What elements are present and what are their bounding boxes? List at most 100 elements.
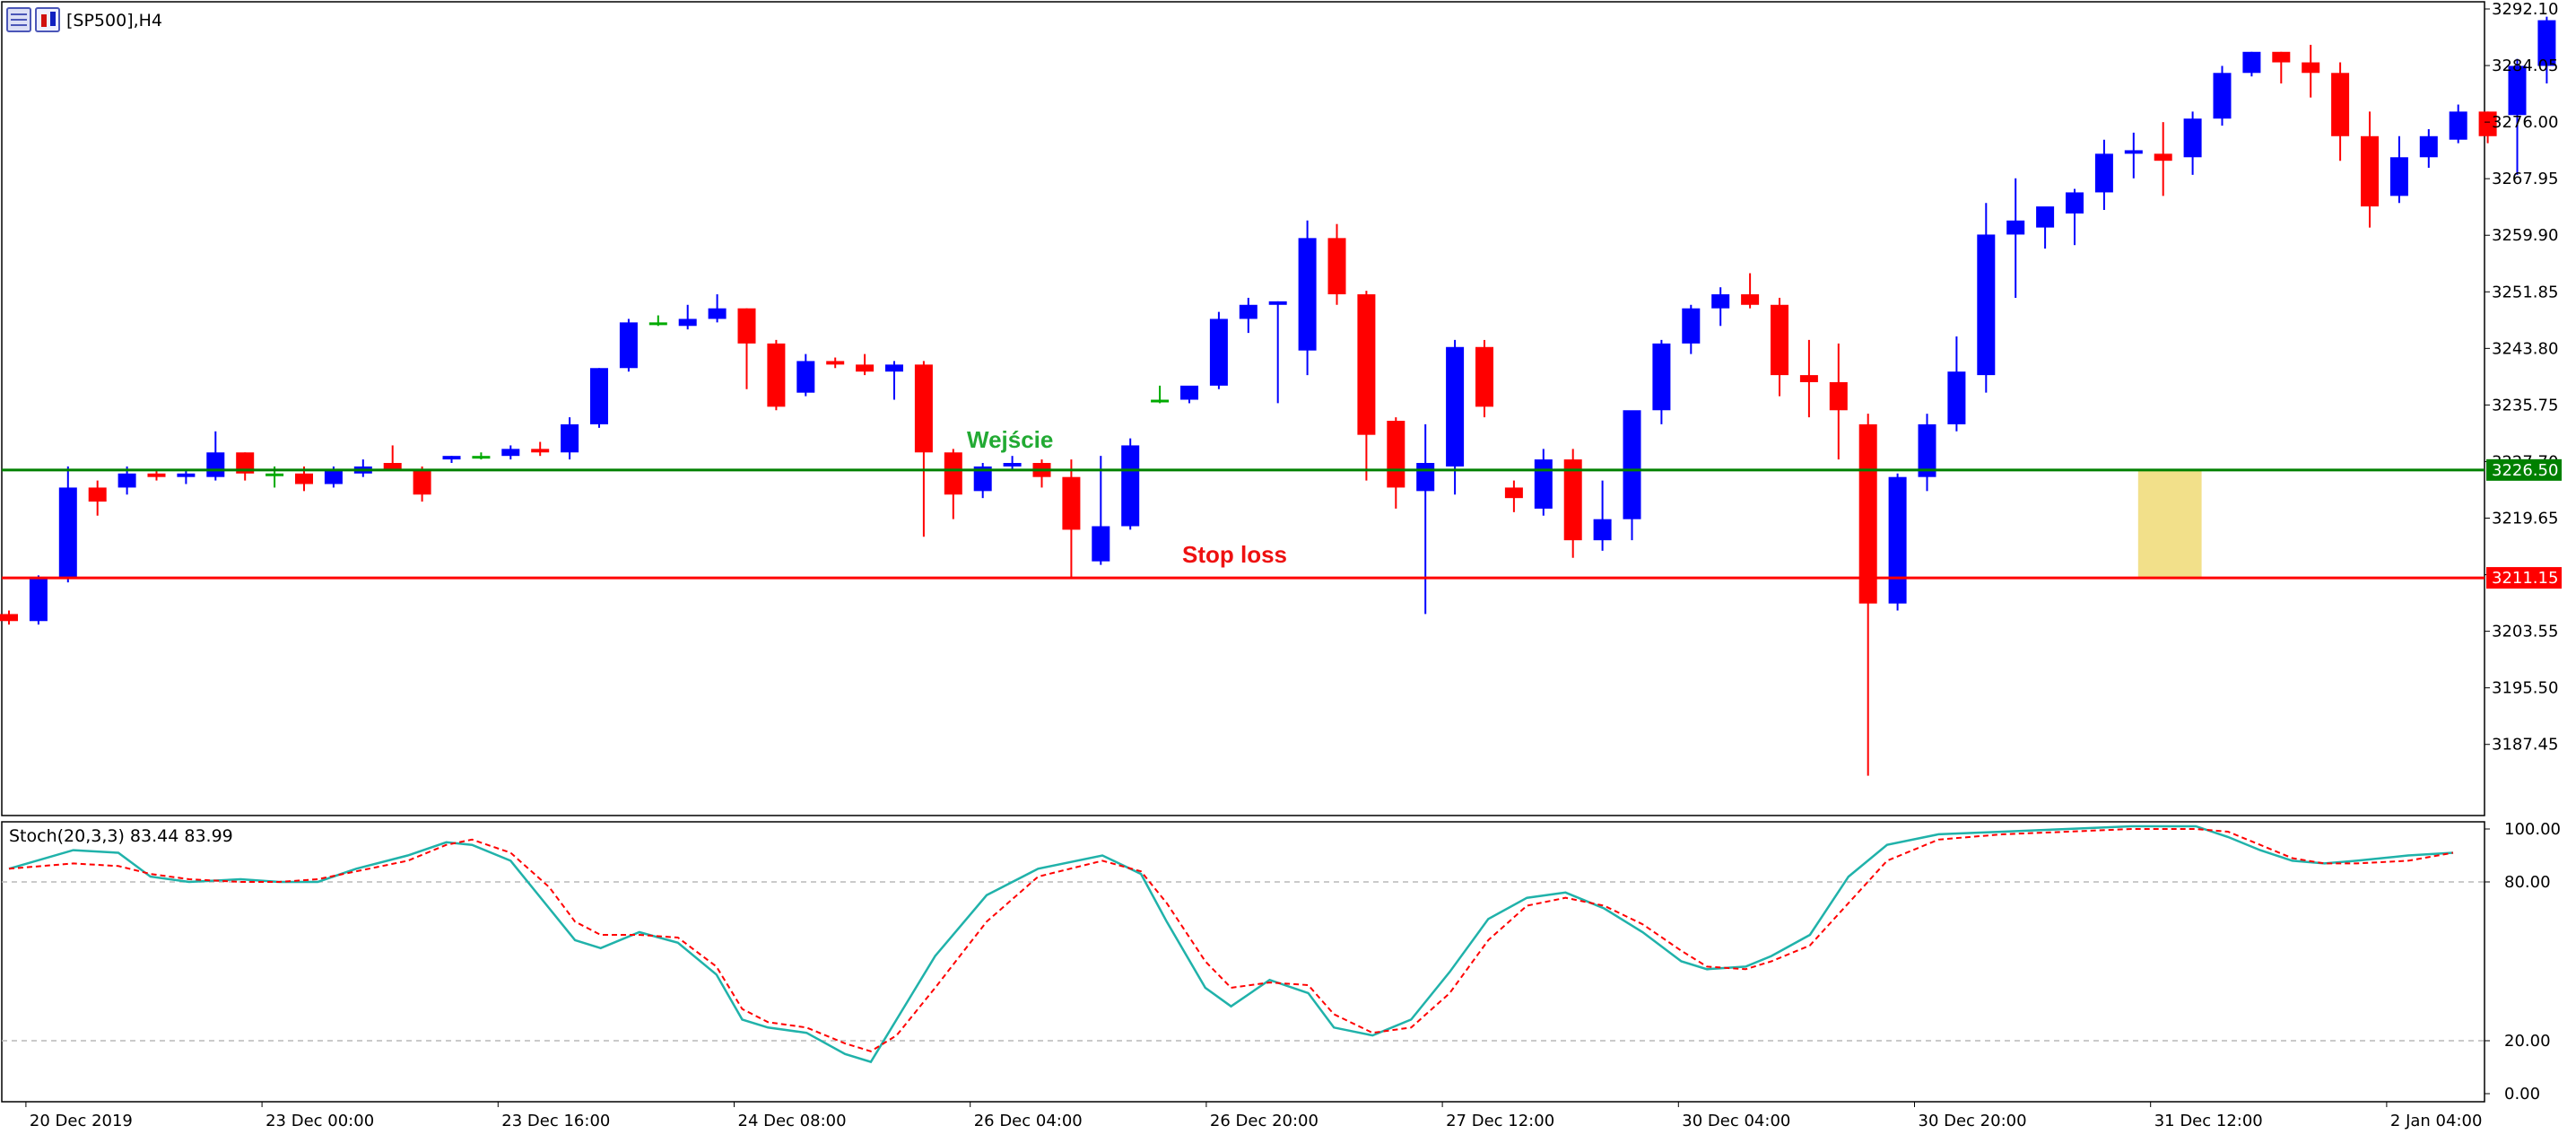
time-tick-label: 27 Dec 12:00 [1446,1112,1554,1130]
candle-body [856,364,875,372]
candle-body [1475,346,1493,407]
candle-body [2094,153,2113,193]
candle-body [117,473,136,488]
window-header: [SP500],H4 [6,7,162,32]
time-tick-label: 23 Dec 00:00 [265,1112,374,1130]
time-tick-label: 26 Dec 20:00 [1210,1112,1318,1130]
candle-body [1357,294,1376,435]
entry-annotation: Wejście [967,426,1053,453]
candle-body [678,318,697,327]
price-axis[interactable]: 3292.10 3284.05 3276.00 3267.95 3259.90 3251.… [2485,0,2562,755]
candle-body [2449,111,2467,140]
candle-body [590,368,608,424]
candle-body [648,322,667,326]
candle-body [2006,220,2025,235]
candle-body [619,322,638,369]
stochastic-tick-label: 100.00 [2504,820,2561,839]
time-tick-label: 24 Dec 08:00 [738,1112,847,1130]
candle [619,318,638,372]
candle [2242,51,2261,77]
candle-body [737,308,756,344]
price-pane-border [1,1,2485,816]
candle [29,575,48,625]
candle-body [2036,206,2055,228]
stochastic-tick-label: 80.00 [2504,873,2551,892]
candle-body [2124,150,2143,154]
candle-body [708,308,727,319]
window-title: [SP500],H4 [66,11,162,31]
candle-body [561,423,579,453]
candle-body [1947,371,1966,424]
entry-zone-highlight [2137,469,2202,579]
candle-body [767,343,786,407]
chart-window-icon[interactable] [6,7,31,32]
candle-body [1209,318,1228,386]
candle-body [206,452,225,477]
candle-body [2154,153,2172,161]
chart-type-icon[interactable] [35,7,60,32]
candle [1888,473,1907,611]
candle-body [1682,308,1701,344]
price-level-badge-label: 3211.15 [2492,569,2558,588]
candle-body [1563,459,1582,541]
candle-body [885,364,903,372]
candle-body [2183,118,2202,158]
candle-body [324,469,343,484]
price-pane[interactable]: [SP500],H4 Wejście Stop loss [0,1,2556,816]
candle-body [1446,346,1465,467]
candle-body [1799,375,1818,382]
time-tick-label: 26 Dec 04:00 [974,1112,1083,1130]
candle-body [1062,476,1081,530]
candle-body [944,452,962,495]
candle-body [2066,192,2084,214]
candle-body [472,456,491,459]
price-tick-label: 3292.10 [2492,0,2558,19]
candle-body [295,473,313,484]
time-axis[interactable]: 20 Dec 2019 23 Dec 00:00 23 Dec 16:00 24 De… [25,1102,2576,1130]
time-tick-label: 31 Dec 12:00 [2154,1112,2263,1130]
candle-body [1003,463,1022,467]
price-tick-label: 3195.50 [2492,679,2558,698]
chart-canvas: [SP500],H4 Wejście Stop loss Stoch(20,3,… [0,0,2576,1130]
candle [590,368,608,428]
price-tick-label: 3203.55 [2492,623,2558,641]
price-tick-label: 3276.00 [2492,113,2558,132]
candle-body [796,361,815,393]
candle-body [1092,526,1110,562]
stochastic-axis[interactable]: 100.00 80.00 20.00 0.00 [2485,820,2561,1104]
candle-body [501,449,520,457]
price-tick-label: 3243.80 [2492,339,2558,358]
candle-body [531,449,550,453]
time-tick-label: 30 Dec 20:00 [1919,1112,2027,1130]
candle [1475,339,1493,418]
entry-highlight-layer [2137,469,2202,579]
candle-body [413,469,431,495]
candle-body [1239,304,1258,319]
candle-body [58,487,77,580]
time-tick-label: 30 Dec 04:00 [1682,1112,1790,1130]
candle-body [1771,304,1788,376]
candle-body [1977,234,1996,376]
candle-body [0,614,18,622]
stop-loss-annotation: Stop loss [1182,541,1287,568]
candle-body [1593,519,1612,541]
candle-body [442,456,461,460]
candle-body [2302,62,2320,74]
stochastic-tick-label: 0.00 [2504,1085,2540,1104]
candle-body [2419,135,2438,158]
stochastic-label: Stoch(20,3,3) 83.44 83.99 [9,826,233,846]
candle-body [2331,73,2350,136]
candle-body [177,473,196,477]
candle-body [1327,238,1346,295]
price-tick-label: 3219.65 [2492,510,2558,528]
candle-body [1652,343,1671,411]
price-tick-label: 3187.45 [2492,736,2558,755]
candle-body [1387,421,1405,488]
candle-body [1829,381,1848,411]
price-tick-label: 3267.95 [2492,170,2558,188]
candle-body [2361,135,2379,207]
price-tick-label: 3235.75 [2492,396,2558,414]
stochastic-pane[interactable]: Stoch(20,3,3) 83.44 83.99 [1,821,2485,1103]
time-tick-label: 20 Dec 2019 [30,1112,133,1130]
candle-body [1711,294,1730,309]
